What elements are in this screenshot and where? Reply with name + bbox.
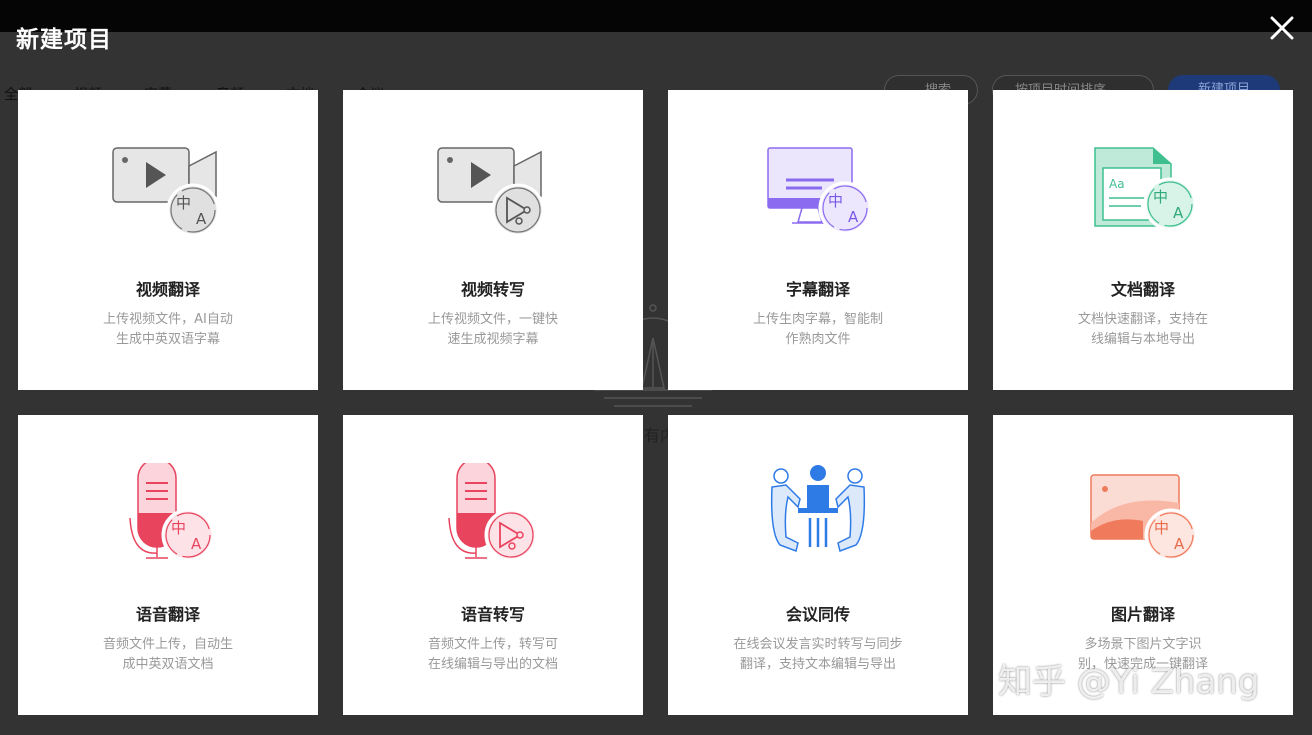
card-document-translate[interactable]: Aa 中 A 文档翻译 文档快速翻译，支持在 线编辑与本地导出: [993, 90, 1293, 390]
meeting-interpret-icon: [770, 465, 866, 552]
card-subtitle-translate[interactable]: 中 A 字幕翻译 上传生肉字幕，智能制 作熟肉文件: [668, 90, 968, 390]
card-description-line: 翻译，支持文本编辑与导出: [739, 657, 896, 672]
card-description-line: 上传生肉字幕，智能制: [752, 312, 883, 327]
card-image-translate[interactable]: 中 A 图片翻译 多场景下图片文字识 别，快速完成一键翻译: [993, 415, 1293, 715]
svg-text:A: A: [196, 210, 207, 228]
modal-title: 新建项目: [16, 27, 112, 53]
close-icon: [1270, 16, 1294, 40]
card-title: 图片翻译: [1110, 605, 1175, 624]
document-translate-icon: Aa 中 A: [1094, 147, 1197, 231]
card-title: 语音转写: [460, 605, 525, 624]
card-title: 语音翻译: [135, 605, 200, 624]
svg-text:A: A: [1173, 204, 1184, 222]
card-description-line: 在线编辑与导出的文档: [427, 657, 558, 672]
card-description-line: 作熟肉文件: [785, 332, 851, 347]
card-description-line: 上传视频文件，AI自动: [103, 312, 233, 327]
video-translate-icon: 中 A: [112, 147, 220, 237]
image-translate-icon: 中 A: [1090, 474, 1198, 562]
card-description: 音频文件上传，转写可 在线编辑与导出的文档: [403, 635, 583, 675]
card-description: 文档快速翻译，支持在 线编辑与本地导出: [1053, 310, 1233, 350]
card-description-line: 成中英双语文档: [122, 657, 214, 672]
svg-text:Aa: Aa: [1109, 177, 1125, 191]
card-title: 文档翻译: [1110, 280, 1175, 299]
audio-translate-icon: 中 A: [129, 463, 215, 562]
modal-header-bar: [0, 0, 1312, 32]
card-description: 上传视频文件，一键快 速生成视频字幕: [403, 310, 583, 350]
card-description-line: 别，快速完成一键翻译: [1077, 657, 1208, 672]
card-description: 上传视频文件，AI自动 生成中英双语字幕: [78, 310, 258, 350]
card-description-line: 线编辑与本地导出: [1090, 332, 1195, 347]
card-description-line: 速生成视频字幕: [447, 332, 539, 347]
card-video-translate[interactable]: 中 A 视频翻译 上传视频文件，AI自动 生成中英双语字幕: [18, 90, 318, 390]
card-description: 在线会议发言实时转写与同步 翻译，支持文本编辑与导出: [728, 635, 908, 675]
card-title: 字幕翻译: [785, 280, 850, 299]
card-description-line: 文档快速翻译，支持在: [1077, 312, 1208, 327]
card-audio-translate[interactable]: 中 A 语音翻译 音频文件上传，自动生 成中英双语文档: [18, 415, 318, 715]
card-description-line: 音频文件上传，转写可: [427, 637, 558, 652]
card-description: 上传生肉字幕，智能制 作熟肉文件: [728, 310, 908, 350]
svg-text:中: 中: [1154, 519, 1169, 537]
card-description-line: 生成中英双语字幕: [115, 332, 220, 347]
svg-text:A: A: [1174, 535, 1185, 553]
svg-text:中: 中: [1153, 188, 1168, 206]
card-audio-transcribe[interactable]: 语音转写 音频文件上传，转写可 在线编辑与导出的文档: [343, 415, 643, 715]
video-transcribe-icon: [437, 147, 545, 237]
close-button[interactable]: [1266, 12, 1298, 44]
card-description-line: 音频文件上传，自动生: [102, 637, 233, 652]
card-video-transcribe[interactable]: 视频转写 上传视频文件，一键快 速生成视频字幕: [343, 90, 643, 390]
card-meeting-interpret[interactable]: 会议同传 在线会议发言实时转写与同步 翻译，支持文本编辑与导出: [668, 415, 968, 715]
audio-transcribe-icon: [448, 463, 538, 562]
subtitle-translate-icon: 中 A: [767, 147, 872, 235]
card-description-line: 在线会议发言实时转写与同步: [733, 637, 903, 652]
svg-text:A: A: [191, 535, 202, 553]
card-description: 音频文件上传，自动生 成中英双语文档: [78, 635, 258, 675]
card-description: 多场景下图片文字识 别，快速完成一键翻译: [1053, 635, 1233, 675]
card-description-line: 多场景下图片文字识: [1084, 637, 1202, 652]
svg-text:中: 中: [176, 194, 191, 212]
card-title: 视频翻译: [135, 280, 200, 299]
card-title: 视频转写: [460, 280, 525, 299]
card-title: 会议同传: [785, 605, 850, 624]
svg-text:中: 中: [828, 192, 843, 210]
card-description-line: 上传视频文件，一键快: [427, 312, 558, 327]
svg-text:A: A: [848, 208, 859, 226]
svg-text:中: 中: [171, 519, 186, 537]
